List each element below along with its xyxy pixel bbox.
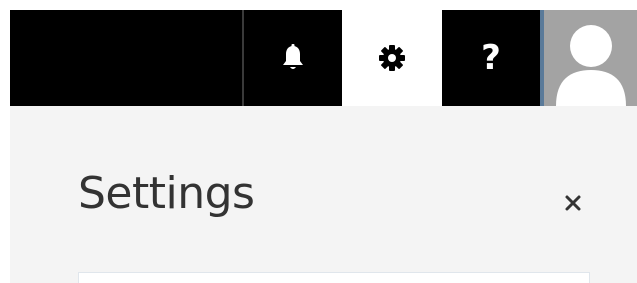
help-icon: ? xyxy=(481,38,501,78)
close-button[interactable] xyxy=(558,188,588,218)
gear-icon xyxy=(379,45,405,71)
user-avatar-icon xyxy=(556,25,626,106)
bell-icon xyxy=(283,44,303,69)
panel-title: Settings xyxy=(78,168,255,219)
help-button[interactable]: ? xyxy=(442,10,540,106)
settings-content-box xyxy=(78,272,590,283)
top-navigation-bar: ? xyxy=(10,10,637,106)
settings-button[interactable] xyxy=(342,10,442,106)
settings-panel: Settings xyxy=(10,106,637,283)
notifications-button[interactable] xyxy=(244,10,342,106)
user-avatar-button[interactable] xyxy=(540,10,637,106)
close-icon xyxy=(565,195,581,211)
